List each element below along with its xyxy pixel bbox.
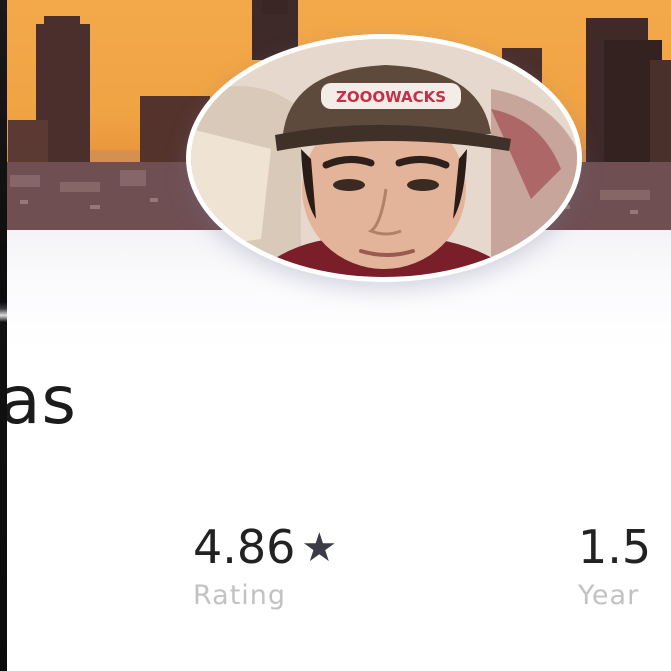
hat-logo: ZOOOWACKS [336,88,446,106]
years-value: 1.5 [578,520,652,574]
star-icon: ★ [301,525,338,571]
profile-photo: ZOOOWACKS [191,39,577,277]
rating-value-row: 4.86 ★ [193,520,337,574]
rating-stat: 4.86 ★ Rating [193,520,337,611]
rating-value: 4.86 [193,520,296,574]
driver-name: as [0,362,77,439]
avatar[interactable]: ZOOOWACKS [186,34,582,282]
years-label: Year [578,580,640,611]
rating-label: Rating [193,580,287,611]
years-stat: 1.5 Year [578,520,651,611]
left-edge-border [0,0,7,671]
